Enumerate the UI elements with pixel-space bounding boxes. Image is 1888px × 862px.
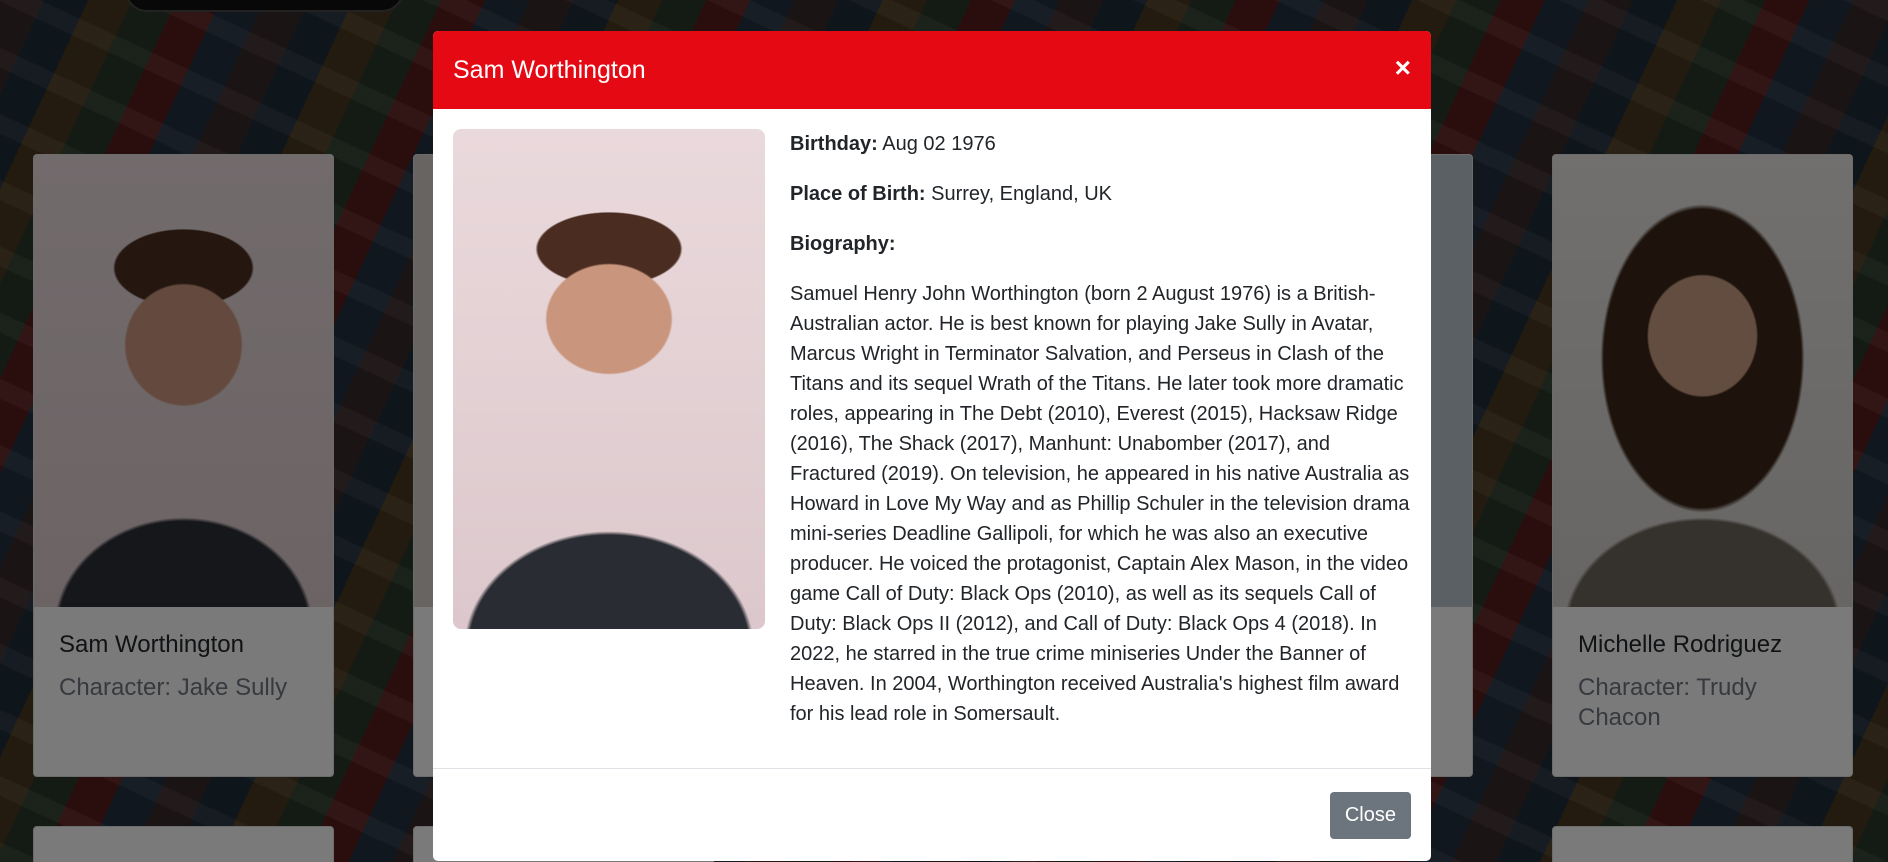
biography-text: Samuel Henry John Worthington (born 2 Au… xyxy=(790,283,1410,725)
biography-row: Biography: xyxy=(790,229,1411,259)
actor-profile-photo xyxy=(453,129,765,629)
birthday-value: Aug 02 1976 xyxy=(882,133,996,155)
birthday-row: Birthday: Aug 02 1976 xyxy=(790,129,1411,159)
place-of-birth-row: Place of Birth: Surrey, England, UK xyxy=(790,179,1411,209)
birthday-label: Birthday: xyxy=(790,133,878,155)
actor-detail-modal: Sam Worthington × Birthday: Aug 02 1976 … xyxy=(433,31,1431,861)
place-of-birth-value: Surrey, England, UK xyxy=(931,183,1112,205)
close-icon[interactable]: × xyxy=(1395,54,1411,82)
page-background: Sam Worthington Character: Jake Sully Mi… xyxy=(0,0,1888,862)
biography-label: Biography: xyxy=(790,233,896,255)
modal-title: Sam Worthington xyxy=(453,55,646,84)
modal-body: Birthday: Aug 02 1976 Place of Birth: Su… xyxy=(433,109,1431,768)
place-of-birth-label: Place of Birth: xyxy=(790,183,926,205)
close-button[interactable]: Close xyxy=(1329,791,1411,839)
actor-details: Birthday: Aug 02 1976 Place of Birth: Su… xyxy=(790,129,1411,748)
modal-header: Sam Worthington × xyxy=(433,31,1431,109)
modal-footer: Close xyxy=(433,768,1431,861)
